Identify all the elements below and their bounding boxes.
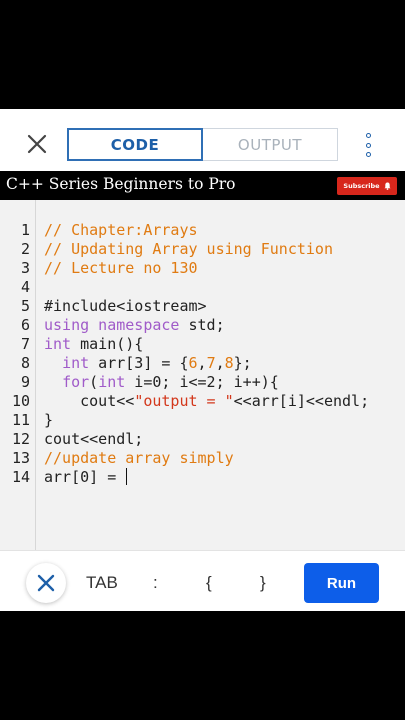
tab-output[interactable]: OUTPUT	[203, 128, 338, 161]
line-number: 12	[11, 430, 30, 448]
line-number: 13	[11, 449, 30, 467]
line-number: 2	[20, 240, 30, 258]
banner-title: C++ Series Beginners to Pro	[6, 175, 236, 193]
code-line[interactable]: 11}	[0, 411, 405, 430]
line-text: cout<<endl;	[44, 430, 144, 448]
text-cursor	[126, 468, 128, 485]
code-line[interactable]: 13 //update array simply	[0, 449, 405, 468]
line-number: 14	[11, 468, 30, 486]
key-toolbar: TAB : { } Run	[0, 550, 405, 611]
line-number: 8	[20, 354, 30, 372]
close-keyboard-button[interactable]	[26, 563, 66, 603]
line-text: cout<<"output = "<<arr[i]<<endl;	[44, 392, 370, 410]
app-screen: CODE OUTPUT C++ Series Beginners to Pro …	[0, 109, 405, 611]
line-text: //update array simply	[44, 449, 234, 467]
code-line[interactable]: 7 int main(){	[0, 335, 405, 354]
line-number: 9	[20, 373, 30, 391]
line-text: arr[0] =	[44, 468, 128, 486]
line-text: using namespace std;	[44, 316, 225, 334]
line-number: 4	[20, 278, 30, 296]
run-button[interactable]: Run	[304, 563, 379, 603]
line-number: 6	[20, 316, 30, 334]
line-text: }	[44, 411, 54, 429]
line-number: 11	[11, 411, 30, 429]
code-line[interactable]: 5 #include<iostream>	[0, 297, 405, 316]
colon-key[interactable]: :	[153, 573, 158, 593]
line-number: 10	[11, 392, 30, 410]
channel-banner: C++ Series Beginners to Pro Subscribe	[0, 171, 405, 200]
top-app-bar: CODE OUTPUT	[0, 109, 405, 171]
line-text: #include<iostream>	[44, 297, 207, 315]
code-line[interactable]: 9 for(int i=0; i<=2; i++){	[0, 373, 405, 392]
bell-icon	[384, 182, 391, 190]
subscribe-button[interactable]: Subscribe	[337, 177, 397, 195]
line-number: 7	[20, 335, 30, 353]
open-brace-key[interactable]: {	[206, 573, 212, 593]
code-line[interactable]: 6 using namespace std;	[0, 316, 405, 335]
code-line[interactable]: 10 cout<<"output = "<<arr[i]<<endl;	[0, 392, 405, 411]
line-text: for(int i=0; i<=2; i++){	[62, 373, 279, 391]
subscribe-label: Subscribe	[343, 182, 380, 190]
code-line[interactable]: 14 arr[0] =	[0, 468, 405, 487]
code-line[interactable]: 8 int arr[3] = {6,7,8};	[0, 354, 405, 373]
more-options-icon[interactable]	[360, 133, 376, 157]
tab-code[interactable]: CODE	[67, 128, 203, 161]
line-number: 3	[20, 259, 30, 277]
line-text: // Lecture no 130	[44, 259, 198, 277]
close-icon[interactable]	[24, 131, 50, 157]
tab-key[interactable]: TAB	[86, 573, 118, 593]
code-line[interactable]: 12 cout<<endl;	[0, 430, 405, 449]
line-text: // Updating Array using Function	[44, 240, 333, 258]
close-brace-key[interactable]: }	[260, 573, 266, 593]
code-line[interactable]: 2 // Updating Array using Function	[0, 240, 405, 259]
code-editor[interactable]: 1 // Chapter:Arrays 2 // Updating Array usi…	[0, 200, 405, 550]
close-icon	[37, 574, 55, 592]
line-text: // Chapter:Arrays	[44, 221, 198, 239]
line-number: 1	[20, 221, 30, 239]
line-number: 5	[20, 297, 30, 315]
line-text: int arr[3] = {6,7,8};	[62, 354, 252, 372]
code-line[interactable]: 3 // Lecture no 130	[0, 259, 405, 278]
code-line[interactable]: 4	[0, 278, 405, 297]
line-text: int main(){	[44, 335, 144, 353]
code-line[interactable]: 1 // Chapter:Arrays	[0, 221, 405, 240]
